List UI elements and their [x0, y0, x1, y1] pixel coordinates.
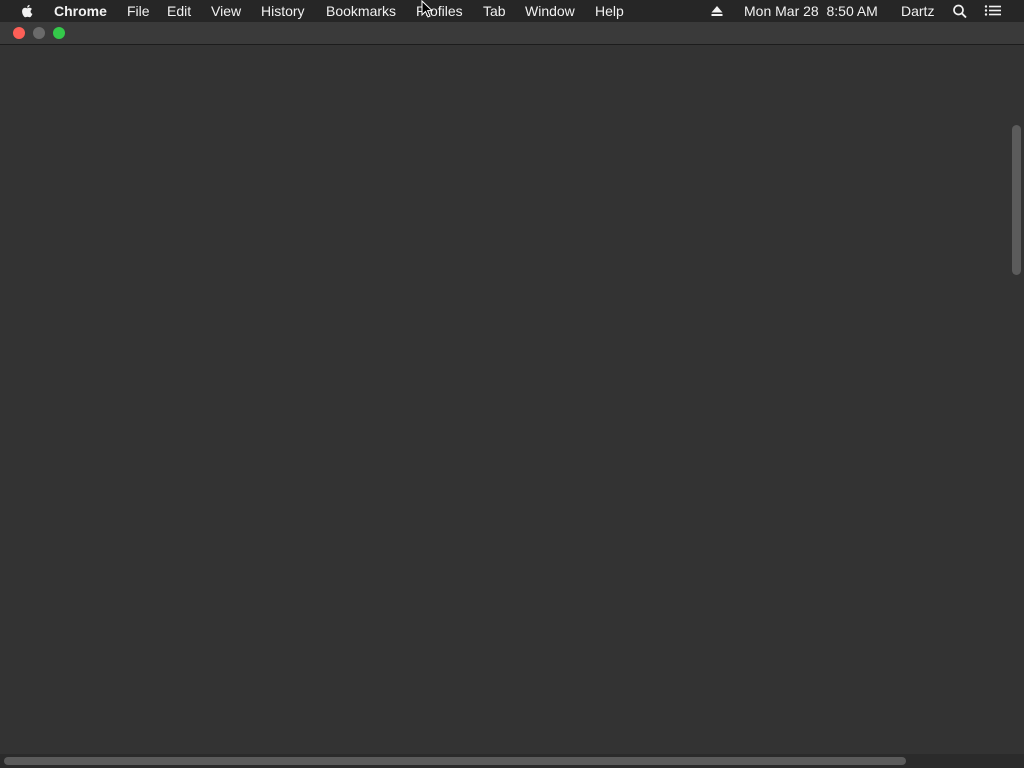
- menu-history[interactable]: History: [261, 0, 305, 22]
- eject-icon[interactable]: [710, 0, 724, 22]
- list-icon[interactable]: [984, 0, 1002, 22]
- user-name[interactable]: Dartz: [901, 0, 934, 22]
- menu-bar: Chrome File Edit View History Bookmarks …: [0, 0, 1024, 22]
- search-icon[interactable]: [952, 0, 968, 22]
- minimize-window-button[interactable]: [33, 27, 45, 39]
- menu-window[interactable]: Window: [525, 0, 575, 22]
- menu-help[interactable]: Help: [595, 0, 624, 22]
- menu-file[interactable]: File: [127, 0, 150, 22]
- mouse-cursor-icon: [421, 0, 434, 18]
- window-title-bar[interactable]: [0, 22, 1024, 45]
- clock[interactable]: Mon Mar 28 8:50 AM: [744, 0, 878, 22]
- vertical-scrollbar-thumb[interactable]: [1012, 125, 1021, 275]
- horizontal-scrollbar-thumb[interactable]: [4, 757, 906, 765]
- browser-content-area[interactable]: [0, 45, 1024, 768]
- close-window-button[interactable]: [13, 27, 25, 39]
- menu-bookmarks[interactable]: Bookmarks: [326, 0, 396, 22]
- zoom-window-button[interactable]: [53, 27, 65, 39]
- menu-edit[interactable]: Edit: [167, 0, 191, 22]
- menu-view[interactable]: View: [211, 0, 241, 22]
- menu-tab[interactable]: Tab: [483, 0, 506, 22]
- app-name[interactable]: Chrome: [54, 0, 107, 22]
- apple-icon[interactable]: [20, 0, 36, 22]
